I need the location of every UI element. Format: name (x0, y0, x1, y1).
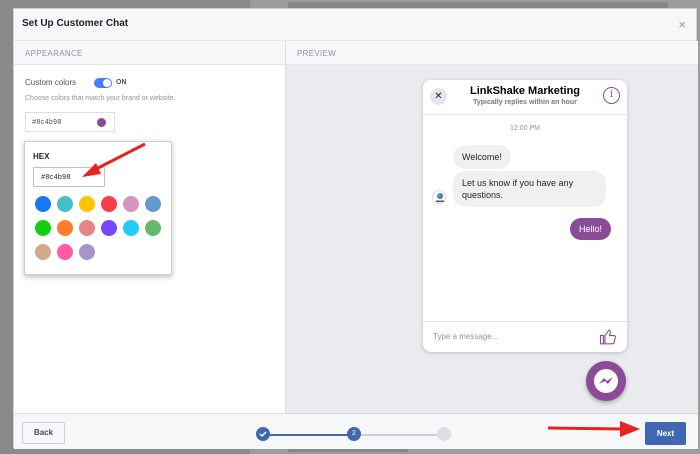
business-avatar (432, 190, 446, 204)
logo-icon (436, 193, 444, 202)
color-swatch[interactable] (101, 220, 117, 236)
toggle-knob (103, 79, 111, 87)
progress-line-complete (264, 434, 354, 436)
setup-customer-chat-dialog: Set Up Customer Chat × APPEARANCE Custom… (13, 8, 698, 449)
color-swatch[interactable] (145, 196, 161, 212)
step-2-indicator: 2 (347, 427, 361, 441)
color-swatch[interactable] (123, 220, 139, 236)
incoming-message: Welcome! (453, 145, 511, 169)
color-swatch[interactable] (57, 220, 73, 236)
color-swatch[interactable] (57, 244, 73, 260)
close-icon[interactable]: × (678, 17, 686, 32)
page-name: LinkShake Marketing (469, 85, 581, 97)
message-timestamp: 12:00 PM (510, 125, 540, 132)
color-swatch[interactable] (101, 196, 117, 212)
reply-time: Typically replies within an hour (473, 99, 577, 106)
custom-colors-toggle[interactable] (94, 78, 112, 88)
chat-header: ✕ LinkShake Marketing Typically replies … (423, 80, 627, 115)
next-button[interactable]: Next (645, 422, 686, 445)
color-swatch[interactable] (79, 244, 95, 260)
hex-input[interactable]: #8c4b98 (33, 167, 105, 187)
info-icon[interactable]: i (603, 87, 620, 104)
custom-colors-label: Custom colors (25, 78, 77, 87)
color-swatch[interactable] (123, 196, 139, 212)
chat-preview-window: ✕ LinkShake Marketing Typically replies … (423, 80, 627, 352)
progress-line-pending (354, 434, 444, 436)
color-swatch[interactable] (57, 196, 73, 212)
color-picker-popover: HEX #8c4b98 (24, 141, 172, 275)
messenger-button[interactable] (586, 361, 626, 401)
hex-input-value: #8c4b98 (41, 174, 71, 182)
back-button[interactable]: Back (22, 422, 65, 444)
outgoing-message: Hello! (569, 218, 611, 240)
step-1-indicator (256, 427, 270, 441)
step-3-indicator (437, 427, 451, 441)
dialog-header: Set Up Customer Chat × (14, 9, 696, 41)
color-swatch[interactable] (35, 196, 51, 212)
hex-label: HEX (33, 152, 50, 161)
color-swatch[interactable] (145, 220, 161, 236)
color-swatch[interactable] (35, 244, 51, 260)
hex-color-value: #8c4b98 (32, 119, 62, 127)
hex-color-field[interactable]: #8c4b98 (25, 112, 115, 132)
preview-panel: PREVIEW ✕ LinkShake Marketing Typically … (286, 41, 698, 413)
color-helper-text: Choose colors that match your brand or w… (25, 95, 176, 102)
color-swatch[interactable] (35, 220, 51, 236)
dialog-title: Set Up Customer Chat (22, 18, 129, 29)
dialog-footer: Back 2 Next (14, 413, 698, 449)
preview-section-label: PREVIEW (286, 41, 698, 65)
incoming-message: Let us know if you have any questions. (453, 171, 606, 207)
color-swatch[interactable] (79, 196, 95, 212)
color-swatch[interactable] (79, 220, 95, 236)
checkmark-icon (259, 431, 267, 438)
thumbs-up-icon[interactable] (599, 328, 617, 346)
toggle-state-label: ON (116, 79, 127, 86)
selected-color-swatch (97, 118, 106, 127)
chat-composer: Type a message... (423, 321, 627, 352)
messenger-icon (594, 369, 618, 393)
message-input[interactable]: Type a message... (433, 332, 498, 341)
appearance-panel: APPEARANCE Custom colors ON Choose color… (14, 41, 286, 413)
appearance-section-label: APPEARANCE (14, 41, 285, 65)
